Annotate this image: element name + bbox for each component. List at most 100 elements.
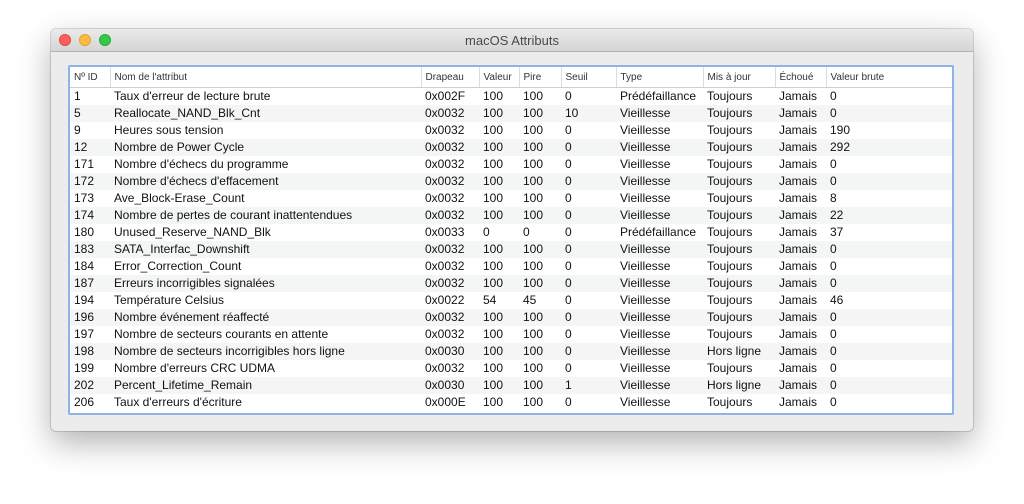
column-header-flag[interactable]: Drapeau [421, 67, 480, 88]
cell-raw-value: 46 [830, 293, 844, 307]
cell-id: 202 [70, 377, 110, 394]
cell-threshold: 0 [561, 139, 616, 156]
cell-worst: 100 [523, 327, 544, 341]
cell-updated: Toujours [703, 173, 775, 190]
cell-type: Vieillesse [616, 275, 703, 292]
cell-raw-value: 190 [830, 123, 851, 137]
cell-threshold: 0 [565, 225, 572, 239]
cell-value: 100 [483, 327, 504, 341]
cell-attribute-name: Taux d'erreur de lecture brute [114, 89, 271, 103]
cell-threshold: 0 [565, 293, 572, 307]
cell-attribute-name: Heures sous tension [114, 123, 224, 137]
cell-value: 100 [479, 343, 519, 360]
table-row[interactable]: 183 SATA_Interfac_Downshift 0x0032 100 100 0 V… [70, 241, 952, 258]
cell-id: 172 [70, 173, 110, 190]
table-row[interactable]: 180 Unused_Reserve_NAND_Blk 0x0033 0 0 0 Prédé… [70, 224, 952, 241]
cell-flag: 0x0032 [421, 105, 479, 122]
table-row[interactable]: 206 Taux d'erreurs d'écriture 0x000E 100 100… [70, 394, 952, 411]
column-header-raw-value[interactable]: Valeur brute [826, 67, 952, 88]
table-row[interactable]: 171 Nombre d'échecs du programme 0x0032 100… [70, 156, 952, 173]
cell-failed: Jamais [779, 293, 818, 307]
table-row[interactable]: 198 Nombre de secteurs incorrigibles hors… [70, 343, 952, 360]
cell-failed: Jamais [779, 89, 818, 103]
column-header-attribute-name[interactable]: Nom de l'attribut [110, 67, 422, 88]
cell-value: 100 [479, 105, 519, 122]
table-row[interactable]: 184 Error_Correction_Count 0x0032 100 100 0 Vi… [70, 258, 952, 275]
column-header-failed[interactable]: Échoué [775, 67, 827, 88]
cell-value: 100 [483, 259, 504, 273]
cell-flag: 0x0032 [425, 327, 465, 341]
cell-raw-value: 0 [830, 157, 837, 171]
table-row[interactable]: 173 Ave_Block-Erase_Count 0x0032 100 100 0 Vie… [70, 190, 952, 207]
table-row[interactable]: 194 Température Celsius 0x0022 54 45 0 Vieille… [70, 292, 952, 309]
cell-updated: Toujours [707, 89, 753, 103]
table-row[interactable]: 172 Nombre d'échecs d'effacement 0x0032 100… [70, 173, 952, 190]
cell-flag: 0x0030 [421, 377, 479, 394]
cell-type: Vieillesse [620, 123, 671, 137]
cell-value: 0 [483, 225, 490, 239]
cell-type: Vieillesse [616, 241, 703, 258]
cell-worst: 100 [523, 259, 544, 273]
cell-id: 173 [74, 191, 95, 205]
table-row[interactable]: 1 Taux d'erreur de lecture brute 0x002F 100… [70, 88, 952, 106]
cell-worst: 100 [523, 191, 544, 205]
title-bar[interactable]: macOS Attributs [51, 29, 973, 52]
cell-flag: 0x0032 [421, 275, 479, 292]
cell-worst: 100 [519, 207, 561, 224]
cell-id: 174 [70, 207, 110, 224]
cell-type: Prédéfaillance [620, 89, 697, 103]
cell-worst: 100 [519, 139, 561, 156]
cell-raw-value: 0 [826, 343, 952, 360]
cell-worst: 0 [523, 225, 530, 239]
cell-threshold: 0 [565, 157, 572, 171]
table-row[interactable]: 202 Percent_Lifetime_Remain 0x0030 100 100 1 V… [70, 377, 952, 394]
cell-failed: Jamais [779, 361, 818, 375]
cell-attribute-name: Nombre d'échecs du programme [114, 157, 289, 171]
cell-threshold: 10 [561, 105, 616, 122]
cell-threshold: 0 [561, 309, 616, 326]
cell-value: 100 [479, 207, 519, 224]
cell-threshold: 0 [565, 89, 572, 103]
column-header-id[interactable]: Nº ID [70, 67, 111, 88]
cell-id: 171 [74, 157, 95, 171]
table-row[interactable]: 174 Nombre de pertes de courant inattente… [70, 207, 952, 224]
cell-value: 100 [479, 173, 519, 190]
cell-attribute-name: Température Celsius [114, 293, 225, 307]
table-row[interactable]: 196 Nombre événement réaffecté 0x0032 100 10… [70, 309, 952, 326]
column-header-updated[interactable]: Mis à jour [703, 67, 776, 88]
cell-raw-value: 0 [826, 173, 952, 190]
cell-type: Vieillesse [616, 377, 703, 394]
cell-worst: 100 [519, 105, 561, 122]
column-header-type[interactable]: Type [616, 67, 704, 88]
table-row[interactable]: 199 Nombre d'erreurs CRC UDMA 0x0032 100 100… [70, 360, 952, 377]
cell-raw-value: 292 [826, 139, 952, 156]
cell-raw-value: 0 [826, 377, 952, 394]
cell-value: 54 [483, 293, 497, 307]
table-row[interactable]: 197 Nombre de secteurs courants en attent… [70, 326, 952, 343]
cell-flag: 0x0032 [421, 241, 479, 258]
cell-type: Vieillesse [616, 343, 703, 360]
cell-worst: 100 [523, 157, 544, 171]
table-row[interactable]: 187 Erreurs incorrigibles signalées 0x0032… [70, 275, 952, 292]
cell-value: 100 [479, 275, 519, 292]
cell-flag: 0x0032 [425, 123, 465, 137]
cell-threshold: 0 [561, 343, 616, 360]
cell-id: 1 [74, 89, 81, 103]
table-row[interactable]: 9 Heures sous tension 0x0032 100 100 0 Vieille… [70, 122, 952, 139]
cell-threshold: 0 [565, 191, 572, 205]
column-header-worst[interactable]: Pire [519, 67, 562, 88]
column-header-value[interactable]: Valeur [479, 67, 520, 88]
table-row[interactable]: 5 Reallocate_NAND_Blk_Cnt 0x0032 100 100 10 Vi… [70, 105, 952, 122]
cell-attribute-name: Percent_Lifetime_Remain [110, 377, 421, 394]
cell-value: 100 [483, 123, 504, 137]
cell-id: 194 [74, 293, 95, 307]
cell-raw-value: 22 [826, 207, 952, 224]
cell-worst: 100 [523, 89, 544, 103]
cell-flag: 0x0032 [421, 207, 479, 224]
cell-type: Vieillesse [620, 157, 671, 171]
cell-updated: Toujours [703, 139, 775, 156]
cell-attribute-name: Ave_Block-Erase_Count [114, 191, 245, 205]
table-row[interactable]: 12 Nombre de Power Cycle 0x0032 100 100 0 Viei… [70, 139, 952, 156]
column-header-threshold[interactable]: Seuil [561, 67, 617, 88]
attributes-table-view[interactable]: Nº ID Nom de l'attribut Drapeau Valeur P… [68, 65, 954, 415]
